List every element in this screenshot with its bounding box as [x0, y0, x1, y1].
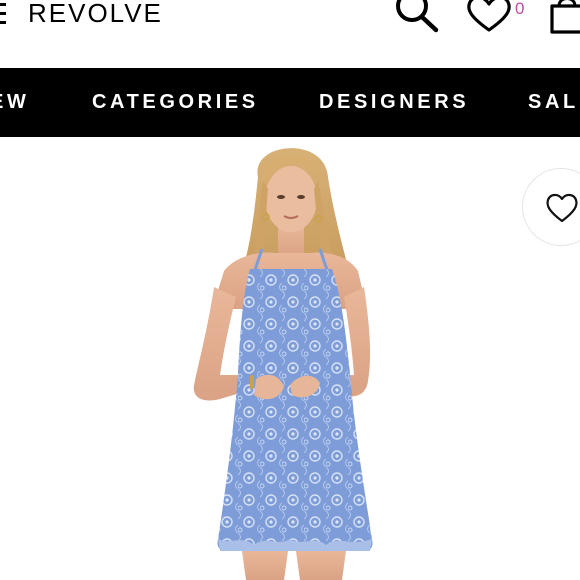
nav-item-new[interactable]: EW: [0, 68, 29, 137]
product-image-area: [0, 137, 580, 580]
heart-icon: [546, 193, 578, 223]
favorite-button[interactable]: [522, 168, 580, 246]
product-photo[interactable]: [150, 137, 430, 580]
brand-logo[interactable]: REVOLVE: [28, 0, 163, 29]
wishlist-count-badge: 0: [515, 0, 525, 18]
hamburger-menu-icon[interactable]: [0, 3, 6, 25]
nav-item-categories[interactable]: CATEGORIES: [92, 68, 259, 137]
nav-item-designers[interactable]: DESIGNERS: [319, 68, 469, 137]
search-icon[interactable]: [392, 0, 442, 36]
shopping-bag-icon[interactable]: [546, 0, 580, 36]
site-header: REVOLVE 0: [0, 0, 580, 68]
heart-icon[interactable]: [464, 0, 514, 34]
revolve-mobile-page: REVOLVE 0 EW CATEGORIES DESIGNERS SAL: [0, 0, 580, 580]
nav-item-sale[interactable]: SAL: [528, 68, 579, 137]
main-navigation: EW CATEGORIES DESIGNERS SAL: [0, 68, 580, 137]
